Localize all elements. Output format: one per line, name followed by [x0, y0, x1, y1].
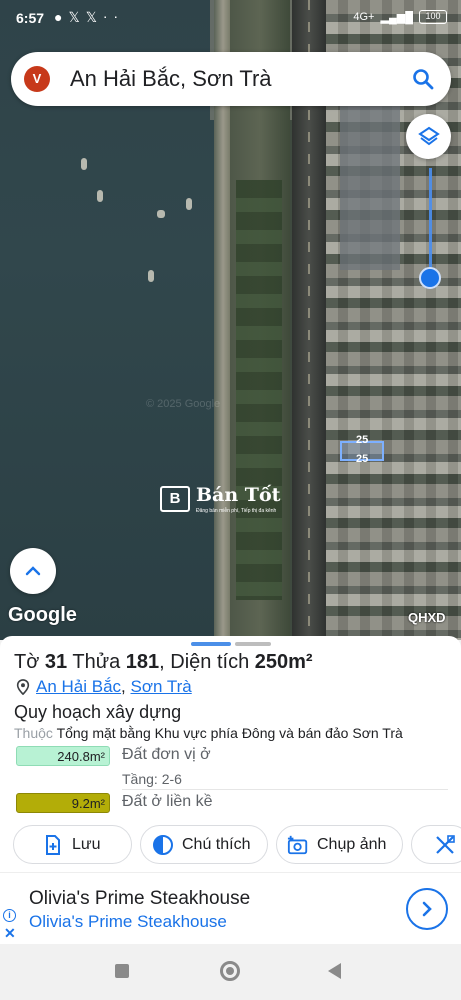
zone-label: Đất ở liền kề [122, 793, 213, 810]
more-dots-icon: ⋅⋅ [103, 9, 124, 25]
x-icon: 𝕏 [85, 9, 104, 25]
bookmark-add-icon [46, 834, 60, 855]
address-row: An Hải Bắc, Sơn Trà [16, 677, 192, 697]
notification-icons: ●𝕏𝕏⋅⋅ [54, 9, 124, 26]
battery-icon: 100 [419, 10, 447, 24]
zone-area-chip: 9.2m² [16, 793, 110, 813]
home-button[interactable] [220, 961, 240, 981]
whatsapp-icon: ● [54, 9, 69, 25]
ad-subtitle[interactable]: Olivia's Prime Steakhouse [29, 912, 227, 932]
measure-icon [436, 834, 455, 854]
brand-watermark: B Bán Tốt Đăng bán miễn phí, Tiếp thị đa… [158, 484, 308, 518]
divider [122, 789, 448, 790]
plan-source-prefix: Thuộc [14, 725, 53, 741]
search-icon[interactable] [411, 67, 435, 91]
zone-area-chip: 240.8m² [16, 746, 110, 766]
plan-source-name: Tổng mặt bằng Khu vực phía Đông và bán đ… [56, 725, 403, 741]
zone-floors: Tầng: 2-6 [122, 771, 182, 787]
screen: © 2025 Google 6:57 ●𝕏𝕏⋅⋅ 4G+ ▂▄▆█ 100 V … [0, 0, 461, 1000]
status-time: 6:57 [16, 10, 45, 26]
action-chips: Lưu Chú thích Chụp ảnh [0, 825, 461, 865]
brand-logo-box: B [160, 486, 190, 512]
ad-close-icon[interactable]: ✕ [4, 925, 16, 942]
system-nav-bar [0, 944, 461, 1000]
ward-link[interactable]: An Hải Bắc [36, 677, 121, 696]
save-label: Lưu [72, 835, 101, 853]
parcel-info-sheet: Tờ 31 Thửa 181, Diện tích 250m² An Hải B… [0, 636, 461, 872]
status-bar: 6:57 ●𝕏𝕏⋅⋅ 4G+ ▂▄▆█ 100 [0, 0, 461, 36]
legend-icon [153, 834, 173, 855]
location-pin-icon [16, 679, 30, 695]
camera-add-icon [287, 835, 308, 854]
plan-heading: Quy hoạch xây dựng [14, 702, 182, 722]
boat [81, 158, 87, 170]
measure-button[interactable] [411, 825, 461, 864]
parcel-title: Tờ 31 Thửa 181, Diện tích 250m² [14, 651, 313, 674]
lot-label: Thửa [72, 651, 121, 673]
back-button[interactable] [328, 963, 341, 979]
brand-tagline: Đăng bán miễn phí, Tiếp thị đa kênh [196, 508, 277, 514]
district-link[interactable]: Sơn Trà [131, 677, 192, 696]
layers-button[interactable] [406, 114, 451, 159]
chevron-right-icon [422, 901, 432, 917]
overlay-label: QHXD [408, 610, 446, 625]
ad-info-icon[interactable]: i [3, 909, 16, 922]
sheet-number: 31 [44, 651, 68, 673]
brand-name: Bán Tốt [196, 484, 281, 506]
legend-button[interactable]: Chú thích [140, 825, 268, 864]
x-icon: 𝕏 [68, 9, 86, 25]
map-copyright-watermark: © 2025 Google [146, 398, 221, 410]
area-label: , Diện tích [159, 651, 250, 673]
avatar[interactable]: V [24, 66, 50, 92]
ad-banner[interactable]: Olivia's Prime Steakhouse Olivia's Prime… [0, 872, 461, 944]
capture-label: Chụp ảnh [317, 835, 387, 853]
signal-icon: ▂▄▆█ [380, 11, 413, 24]
google-logo: Google [8, 604, 77, 626]
tree-line [236, 180, 282, 600]
boat [148, 270, 154, 282]
zone-label: Đất đơn vị ở [122, 746, 211, 763]
status-right: 4G+ ▂▄▆█ 100 [353, 10, 447, 24]
network-type: 4G+ [353, 11, 375, 23]
boat [97, 190, 103, 202]
save-button[interactable]: Lưu [13, 825, 132, 864]
tall-building [340, 100, 400, 270]
capture-button[interactable]: Chụp ảnh [276, 825, 403, 864]
plan-source: Thuộc Tổng mặt bằng Khu vực phía Đông và… [14, 725, 403, 741]
address-separator: , [121, 677, 126, 696]
legend-label: Chú thích [182, 835, 251, 853]
search-bar[interactable]: V An Hải Bắc, Sơn Trà [11, 52, 451, 106]
lot-number: 181 [125, 651, 160, 673]
expand-button[interactable] [10, 548, 56, 594]
sheet-handle-active[interactable] [191, 642, 231, 646]
my-location-dot [419, 267, 441, 289]
parcel-label: 25 [356, 453, 369, 465]
parcel-label: 25 [356, 434, 369, 446]
boat [186, 198, 192, 210]
chevron-up-icon [25, 566, 41, 576]
location-heading-beam [429, 168, 432, 270]
ad-title[interactable]: Olivia's Prime Steakhouse [29, 888, 250, 910]
boat [157, 210, 165, 218]
sheet-handle[interactable] [235, 642, 271, 646]
area-value: 250m² [254, 651, 313, 673]
ad-open-button[interactable] [406, 888, 448, 930]
recents-button[interactable] [115, 964, 129, 978]
search-query[interactable]: An Hải Bắc, Sơn Trà [70, 66, 272, 92]
satellite-map[interactable]: © 2025 Google 6:57 ●𝕏𝕏⋅⋅ 4G+ ▂▄▆█ 100 V … [0, 0, 461, 640]
sheet-label: Tờ [14, 651, 40, 673]
layers-icon [417, 126, 440, 145]
